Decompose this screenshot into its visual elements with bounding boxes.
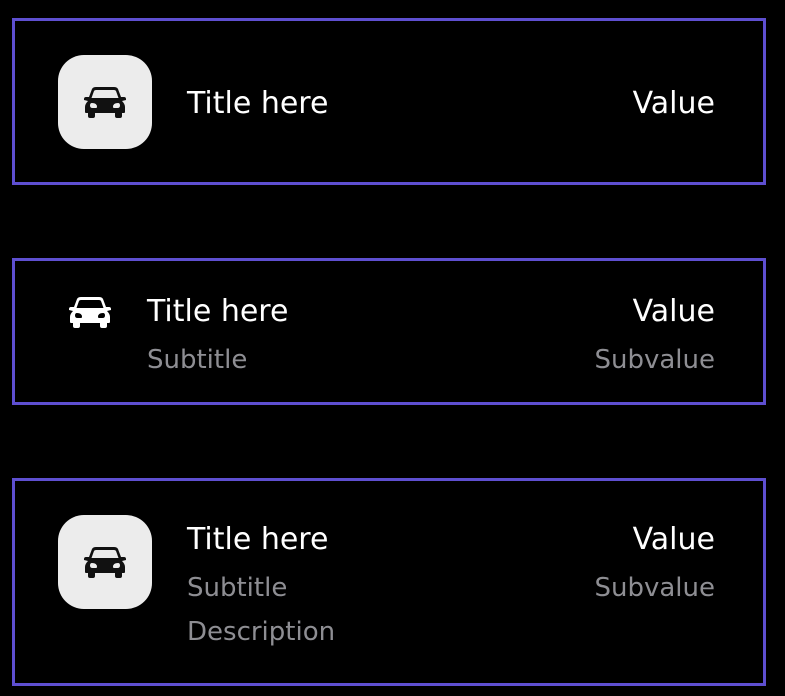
car-icon (69, 297, 111, 328)
list-row-three-line[interactable]: Title here Value Subtitle Subvalue Descr… (12, 478, 766, 686)
car-icon (84, 87, 126, 118)
row-subvalue: Subvalue (594, 573, 715, 603)
row-subtitle: Subtitle (147, 345, 248, 375)
icon-tile (58, 55, 152, 149)
plain-icon-slot (67, 294, 113, 330)
row-value: Value (632, 294, 715, 329)
list-row-two-line[interactable]: Title here Value Subtitle Subvalue (12, 258, 766, 405)
list-row-single-line[interactable]: Title here Value (12, 18, 766, 185)
row-value: Value (632, 86, 715, 121)
row-value: Value (632, 522, 715, 557)
row-subtitle: Subtitle (187, 573, 288, 603)
car-icon (84, 547, 126, 578)
list-rows-showcase: Title here Value Title here Value Subtit… (0, 0, 785, 696)
row-title: Title here (147, 294, 289, 329)
row-title: Title here (187, 86, 329, 121)
row-description: Description (187, 617, 336, 647)
row-subvalue: Subvalue (594, 345, 715, 375)
row-title: Title here (187, 522, 329, 557)
icon-tile (58, 515, 152, 609)
